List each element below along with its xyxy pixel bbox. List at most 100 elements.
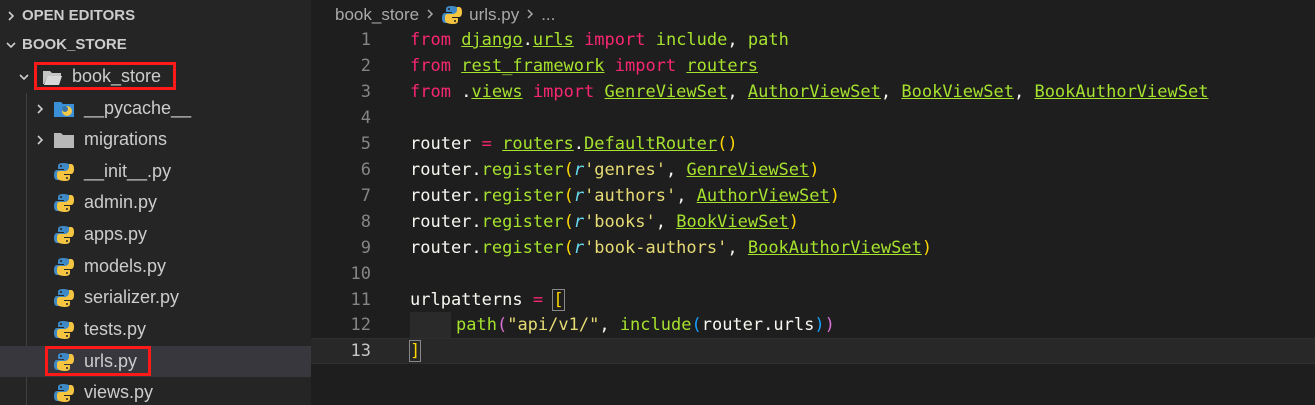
method: register (481, 160, 564, 180)
code-line[interactable]: 10 (311, 261, 1315, 287)
code-line[interactable]: 6 router.register(r'genres', GenreViewSe… (311, 157, 1315, 183)
item-label: apps.py (84, 224, 148, 244)
variable: router (410, 134, 472, 154)
file-serializer[interactable]: serializer.py (0, 282, 311, 313)
code-text: router.register(r'genres', GenreViewSet) (410, 157, 820, 183)
string: 'authors' (584, 186, 677, 206)
code-text: router.register(r'authors', AuthorViewSe… (410, 183, 840, 209)
operator: = (471, 134, 503, 154)
operator: = (522, 290, 554, 310)
item-label: admin.py (84, 192, 158, 212)
bracket: ( (563, 212, 574, 232)
highlight-box-file (45, 346, 151, 376)
open-editors-header[interactable]: OPEN EDITORS (0, 0, 311, 31)
item-label: tests.py (84, 319, 147, 339)
bracket: ( (563, 186, 574, 206)
file-views[interactable]: views.py (0, 377, 311, 405)
code-line[interactable]: 3 from .views import GenreViewSet, Autho… (311, 79, 1315, 105)
breadcrumb-file[interactable]: urls.py (469, 5, 519, 25)
file-models[interactable]: models.py (0, 251, 311, 282)
keyword: from (410, 56, 451, 76)
argument: router.urls (701, 315, 815, 335)
bracket: ) (814, 315, 825, 335)
keyword: from (410, 30, 451, 50)
line-number: 9 (360, 238, 371, 258)
bracket: ) (824, 315, 835, 335)
line-number: 4 (360, 108, 371, 128)
folder-migrations[interactable]: migrations (0, 124, 311, 155)
breadcrumb-symbol[interactable]: ... (541, 5, 555, 25)
python-file-icon (53, 256, 75, 278)
dot: . (471, 238, 482, 258)
code-line[interactable]: 13 ] (311, 338, 1315, 364)
function: include (619, 315, 692, 335)
python-file-icon (441, 4, 463, 26)
keyword: import (573, 30, 656, 50)
bracket: ] (408, 340, 422, 362)
module: views (471, 82, 523, 102)
code-editor[interactable]: book_store urls.py ... 1 from django.url… (311, 0, 1315, 405)
code-line[interactable]: 1 from django.urls import include, path (311, 27, 1315, 53)
comma: , (665, 160, 687, 180)
chevron-right-icon (525, 5, 535, 25)
python-file-icon (53, 319, 75, 341)
code-text: path("api/v1/", include(router.urls)) (456, 312, 835, 338)
code-line[interactable]: 5 router = routers.DefaultRouter() (311, 131, 1315, 157)
code-text: router = routers.DefaultRouter() (410, 131, 738, 157)
line-number: 5 (360, 134, 371, 154)
highlight-box-folder (34, 62, 176, 90)
module: urls (532, 30, 574, 50)
open-editors-label: OPEN EDITORS (22, 7, 136, 24)
comma: , (655, 212, 677, 232)
file-init[interactable]: __init__.py (0, 156, 311, 187)
line-number: 13 (350, 341, 371, 361)
raw-prefix: r (573, 212, 585, 232)
comma: , (727, 238, 748, 258)
line-number: 6 (360, 160, 371, 180)
folder-pycache[interactable]: __pycache__ (0, 93, 311, 124)
bracket: ) (788, 212, 800, 232)
code-line[interactable]: 4 (311, 105, 1315, 131)
chevron-right-icon (425, 5, 435, 25)
bracket: ( (717, 134, 728, 154)
file-tests[interactable]: tests.py (0, 314, 311, 345)
bracket: [ (552, 289, 565, 311)
bracket: ( (563, 160, 574, 180)
module: routers (502, 134, 574, 154)
module: rest_framework (461, 56, 605, 76)
class-name: AuthorViewSet (696, 186, 830, 206)
code-line[interactable]: 12 path("api/v1/", include(router.urls)) (311, 312, 1315, 338)
line-number: 8 (360, 212, 371, 232)
explorer-sidebar: OPEN EDITORS BOOK_STORE book_store __pyc… (0, 0, 311, 405)
code-line[interactable]: 9 router.register(r'book-authors', BookA… (311, 235, 1315, 261)
code-line[interactable]: 11 urlpatterns = [ (311, 287, 1315, 313)
comma: , (880, 82, 902, 102)
file-apps[interactable]: apps.py (0, 219, 311, 250)
file-admin[interactable]: admin.py (0, 187, 311, 218)
code-text: router.register(r'book-authors', BookAut… (410, 235, 932, 261)
string: 'books' (584, 212, 656, 232)
raw-prefix: r (573, 186, 585, 206)
line-number: 3 (360, 82, 371, 102)
breadcrumb: book_store urls.py ... (335, 3, 555, 27)
comma: , (1013, 82, 1035, 102)
python-file-icon (53, 287, 75, 309)
code-line[interactable]: 7 router.register(r'authors', AuthorView… (311, 183, 1315, 209)
dot: . (471, 186, 482, 206)
chevron-right-icon (4, 9, 18, 23)
item-label: models.py (84, 256, 167, 276)
bracket: ) (829, 186, 840, 206)
chevron-down-icon (4, 38, 18, 52)
code-line[interactable]: 8 router.register(r'books', BookViewSet) (311, 209, 1315, 235)
line-number: 2 (360, 56, 371, 76)
python-file-icon (53, 161, 75, 183)
class-name: DefaultRouter (584, 134, 718, 154)
class-name: GenreViewSet (686, 160, 810, 180)
dot: . (471, 160, 482, 180)
bracket: ( (691, 315, 702, 335)
project-header[interactable]: BOOK_STORE (0, 29, 311, 60)
breadcrumb-folder[interactable]: book_store (335, 5, 419, 25)
keyword: import (604, 56, 687, 76)
code-line[interactable]: 2 from rest_framework import routers (311, 53, 1315, 79)
code-text: from .views import GenreViewSet, AuthorV… (410, 79, 1208, 105)
